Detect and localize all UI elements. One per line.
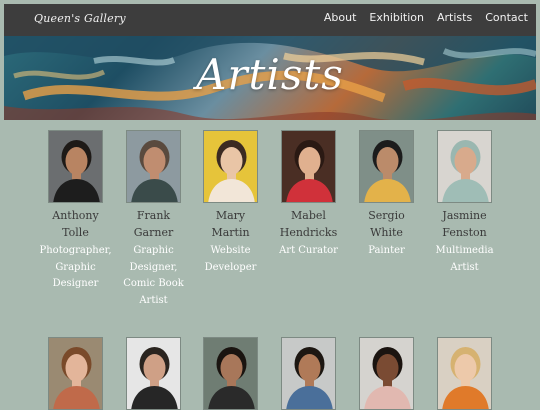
artist-role-line: Designer xyxy=(52,278,99,289)
artist-card[interactable]: Anthony Tolle Photographer, Graphic Designer xyxy=(37,130,115,293)
artist-name-last: White xyxy=(370,226,403,239)
artist-photo[interactable] xyxy=(359,337,414,410)
site-logo[interactable]: Queen's Gallery xyxy=(34,12,126,25)
artist-name-last: Fenston xyxy=(442,226,487,239)
artist-name-last: Tolle xyxy=(62,226,89,239)
artist-card[interactable]: Jasmine Fenston Multimedia Artist xyxy=(426,130,504,276)
artist-name-last: Hendricks xyxy=(279,226,338,239)
artist-card[interactable]: Mary Martin Website Developer xyxy=(192,130,270,276)
nav-link-exhibition[interactable]: Exhibition xyxy=(369,11,424,24)
artist-name-last: Martin xyxy=(211,226,250,239)
artist-role-line: Designer, xyxy=(129,261,178,273)
artist-photo[interactable] xyxy=(48,337,103,410)
artist-card[interactable]: Frank Garner Graphic Designer, Comic Book Art… xyxy=(115,130,193,309)
nav-link-artists[interactable]: Artists xyxy=(437,11,472,24)
artist-name-first: Jasmine xyxy=(442,209,487,222)
top-nav-bar: Queen's Gallery About Exhibition Artists… xyxy=(4,4,536,36)
artist-role-line: Artist xyxy=(450,261,479,273)
artist-role: Website Developer xyxy=(192,243,270,276)
artist-card[interactable] xyxy=(192,337,270,410)
artist-card[interactable] xyxy=(115,337,193,410)
artist-name: Jasmine Fenston xyxy=(426,207,504,241)
artist-photo[interactable] xyxy=(126,337,181,410)
artist-photo[interactable] xyxy=(437,130,492,203)
artist-role: Graphic Designer, Comic Book Artist xyxy=(115,243,193,309)
artist-name: Frank Garner xyxy=(115,207,193,241)
nav-link-about[interactable]: About xyxy=(324,11,357,24)
artist-name-first: Frank xyxy=(136,209,171,222)
artist-name-first: Mary xyxy=(215,209,246,222)
artist-role-line: Website xyxy=(210,245,251,256)
artist-card[interactable]: Sergio White Painter xyxy=(348,130,426,260)
artist-role-line: Art Curator xyxy=(279,245,338,256)
artist-role: Painter xyxy=(348,243,426,260)
artist-name: Mabel Hendricks xyxy=(270,207,348,241)
artist-role: Art Curator xyxy=(270,243,348,260)
artist-photo[interactable] xyxy=(203,337,258,410)
artist-role: Photographer, Graphic Designer xyxy=(37,243,115,293)
artist-card[interactable] xyxy=(348,337,426,410)
artist-role-line: Graphic xyxy=(133,245,174,256)
artist-name: Anthony Tolle xyxy=(37,207,115,241)
artist-name-first: Mabel xyxy=(291,209,326,222)
artist-role-line: Comic Book xyxy=(123,278,184,289)
artist-photo[interactable] xyxy=(203,130,258,203)
nav-link-contact[interactable]: Contact xyxy=(485,11,528,24)
artist-photo[interactable] xyxy=(126,130,181,203)
artist-name-first: Anthony xyxy=(52,209,99,222)
artist-card[interactable]: Mabel Hendricks Art Curator xyxy=(270,130,348,260)
artist-name: Mary Martin xyxy=(192,207,270,241)
artist-role-line: Developer xyxy=(204,261,257,273)
artist-name-last: Garner xyxy=(133,226,174,239)
artist-card[interactable] xyxy=(37,337,115,410)
artist-role: Multimedia Artist xyxy=(426,243,504,276)
artist-photo[interactable] xyxy=(281,130,336,203)
artist-role-line: Artist xyxy=(139,294,168,306)
artist-role-line: Graphic xyxy=(55,261,96,273)
artist-role-line: Photographer, xyxy=(39,245,112,256)
artist-card[interactable] xyxy=(270,337,348,410)
artist-photo[interactable] xyxy=(48,130,103,203)
page-title: Artists xyxy=(196,50,344,99)
artist-role-line: Multimedia xyxy=(435,245,494,256)
artist-name: Sergio White xyxy=(348,207,426,241)
nav-links: About Exhibition Artists Contact xyxy=(311,11,528,24)
artist-name-first: Sergio xyxy=(368,209,405,222)
artists-banner: Artists xyxy=(4,36,536,120)
artist-photo[interactable] xyxy=(281,337,336,410)
artist-photo[interactable] xyxy=(359,130,414,203)
artist-card[interactable] xyxy=(426,337,504,410)
artist-photo[interactable] xyxy=(437,337,492,410)
artist-role-line: Painter xyxy=(368,245,405,256)
